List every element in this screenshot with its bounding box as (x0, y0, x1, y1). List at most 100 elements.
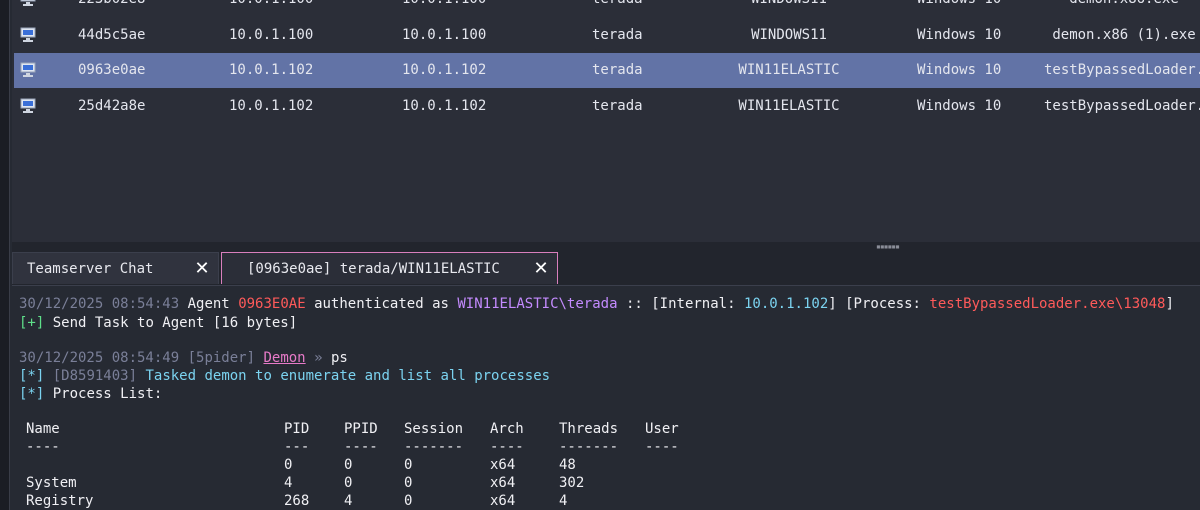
col-separator: ------- (559, 439, 619, 455)
session-computer: WINDOWS11 (714, 0, 864, 17)
success-prefix: [+] (19, 315, 45, 331)
col-header-threads: Threads (559, 421, 619, 437)
operator-name: [5pider] (187, 350, 256, 366)
session-user: terada (592, 62, 643, 78)
session-row[interactable]: 25d42a8e 10.0.1.102 10.0.1.102 terada WI… (14, 89, 1200, 124)
process-label: ] [Process: (828, 296, 921, 312)
tab-teamserver-chat[interactable]: Teamserver Chat ✕ (12, 252, 219, 284)
agent-id: 0963E0AE (238, 296, 306, 312)
col-separator: ---- (344, 439, 378, 455)
console-line-send-task: [+] Send Task to Agent [16 bytes] (19, 314, 297, 332)
process-name: testBypassedLoader.exe\13048 (929, 296, 1166, 312)
agent-console[interactable]: 30/12/2025 08:54:43 Agent 0963E0AE authe… (12, 286, 1200, 510)
session-process: demon.x86.exe (1044, 0, 1200, 17)
tab-agent-session[interactable]: [0963e0ae] terada/WIN11ELASTIC ✕ (221, 252, 558, 284)
session-os: Windows 10 (917, 62, 1002, 78)
console-line-command: 30/12/2025 08:54:49 [5pider] Demon » ps (19, 349, 348, 367)
splitter-grip-icon[interactable]: ▪▪▪▪▪▪ (876, 243, 900, 251)
process-arch: x64 (490, 493, 516, 509)
close-icon[interactable]: ✕ (193, 253, 211, 285)
col-separator: ---- (490, 439, 524, 455)
console-line-tasked: [*] [D8591403] Tasked demon to enumerate… (19, 367, 550, 385)
panel-splitter[interactable]: ▪▪▪▪▪▪ (12, 242, 1200, 252)
session-external-ip: 10.0.1.100 (229, 0, 313, 17)
session-os: Windows 10 (917, 98, 1002, 114)
session-row[interactable]: 44d5c5ae 10.0.1.100 10.0.1.100 terada WI… (14, 18, 1200, 53)
process-session: 0 (404, 475, 413, 491)
session-external-ip: 10.0.1.100 (229, 27, 314, 43)
process-pid: 268 (284, 493, 310, 509)
process-arch: x64 (490, 457, 516, 473)
session-computer: WIN11ELASTIC (738, 98, 840, 114)
process-pid: 0 (284, 457, 293, 473)
col-header-session: Session (404, 421, 464, 437)
session-external-ip: 10.0.1.102 (229, 98, 314, 114)
computer-icon (20, 53, 40, 88)
process-pid: 4 (284, 475, 293, 491)
info-prefix: [*] (19, 368, 45, 384)
session-row[interactable]: 223b02e8 10.0.1.100 10.0.1.100 terada WI… (14, 0, 1200, 17)
line-tail: ] (1165, 296, 1174, 312)
info-prefix: [*] (19, 386, 45, 402)
console-line-process-list: [*] Process List: (19, 385, 162, 403)
process-threads: 4 (559, 493, 568, 509)
session-process: testBypassedLoader.exe (1044, 98, 1200, 114)
auth-text: authenticated as (314, 296, 449, 312)
session-user: terada (592, 98, 643, 114)
session-internal-ip: 10.0.1.102 (402, 62, 487, 78)
session-process: demon.x86 (1).exe (1052, 27, 1196, 43)
session-id: 25d42a8e (78, 98, 146, 114)
timestamp: 30/12/2025 08:54:49 (19, 350, 180, 366)
close-icon[interactable]: ✕ (532, 253, 550, 285)
internal-label: :: [Internal: (625, 296, 736, 312)
process-name: System (26, 475, 77, 491)
session-computer: WINDOWS11 (751, 27, 827, 43)
command-text: ps (330, 350, 348, 366)
session-internal-ip: 10.0.1.100 (402, 0, 486, 17)
prompt-arrow: » (314, 350, 323, 366)
session-os: Windows 10 (917, 27, 1002, 43)
col-separator: ---- (26, 439, 60, 455)
tab-bar: Teamserver Chat ✕ [0963e0ae] terada/WIN1… (12, 252, 1200, 286)
session-computer: WIN11ELASTIC (738, 62, 840, 78)
process-ppid: 0 (344, 457, 353, 473)
session-internal-ip: 10.0.1.102 (402, 98, 487, 114)
process-name: Registry (26, 493, 94, 509)
process-arch: x64 (490, 475, 516, 491)
agent-word: Agent (187, 296, 230, 312)
process-session: 0 (404, 457, 413, 473)
computer-icon (20, 0, 40, 17)
col-header-user: User (645, 421, 679, 437)
col-separator: --- (284, 439, 310, 455)
session-id: 223b02e8 (78, 0, 145, 17)
session-user: terada (592, 27, 643, 43)
message-text: Tasked demon to enumerate and list all p… (145, 368, 551, 384)
col-header-pid: PID (284, 421, 310, 437)
left-panel-edge (0, 0, 10, 510)
session-id: 0963e0ae (78, 62, 146, 78)
session-external-ip: 10.0.1.102 (229, 62, 314, 78)
message-text: Send Task to Agent [16 bytes] (52, 315, 298, 331)
computer-icon (20, 18, 40, 53)
timestamp: 30/12/2025 08:54:43 (19, 296, 180, 312)
process-ppid: 0 (344, 475, 353, 491)
session-row-selected[interactable]: 0963e0ae 10.0.1.102 10.0.1.102 terada WI… (14, 53, 1200, 88)
col-header-arch: Arch (490, 421, 524, 437)
internal-ip: 10.0.1.102 (743, 296, 829, 312)
col-header-name: Name (26, 421, 60, 437)
task-id: [D8591403] (52, 368, 138, 384)
demon-link[interactable]: Demon (263, 350, 305, 366)
col-separator: ------- (404, 439, 464, 455)
account-name: WIN11ELASTIC\terada (457, 296, 618, 312)
col-separator: ---- (645, 439, 679, 455)
console-line-auth: 30/12/2025 08:54:43 Agent 0963E0AE authe… (19, 295, 1174, 313)
session-os: Windows 10 (917, 0, 1001, 17)
session-internal-ip: 10.0.1.100 (402, 27, 487, 43)
tab-label: [0963e0ae] terada/WIN11ELASTIC (247, 261, 500, 277)
process-threads: 302 (559, 475, 585, 491)
sessions-table[interactable]: 223b02e8 10.0.1.100 10.0.1.100 terada WI… (12, 0, 1200, 242)
tab-label: Teamserver Chat (27, 261, 154, 277)
col-header-ppid: PPID (344, 421, 378, 437)
message-text: Process List: (52, 386, 163, 402)
process-threads: 48 (559, 457, 576, 473)
